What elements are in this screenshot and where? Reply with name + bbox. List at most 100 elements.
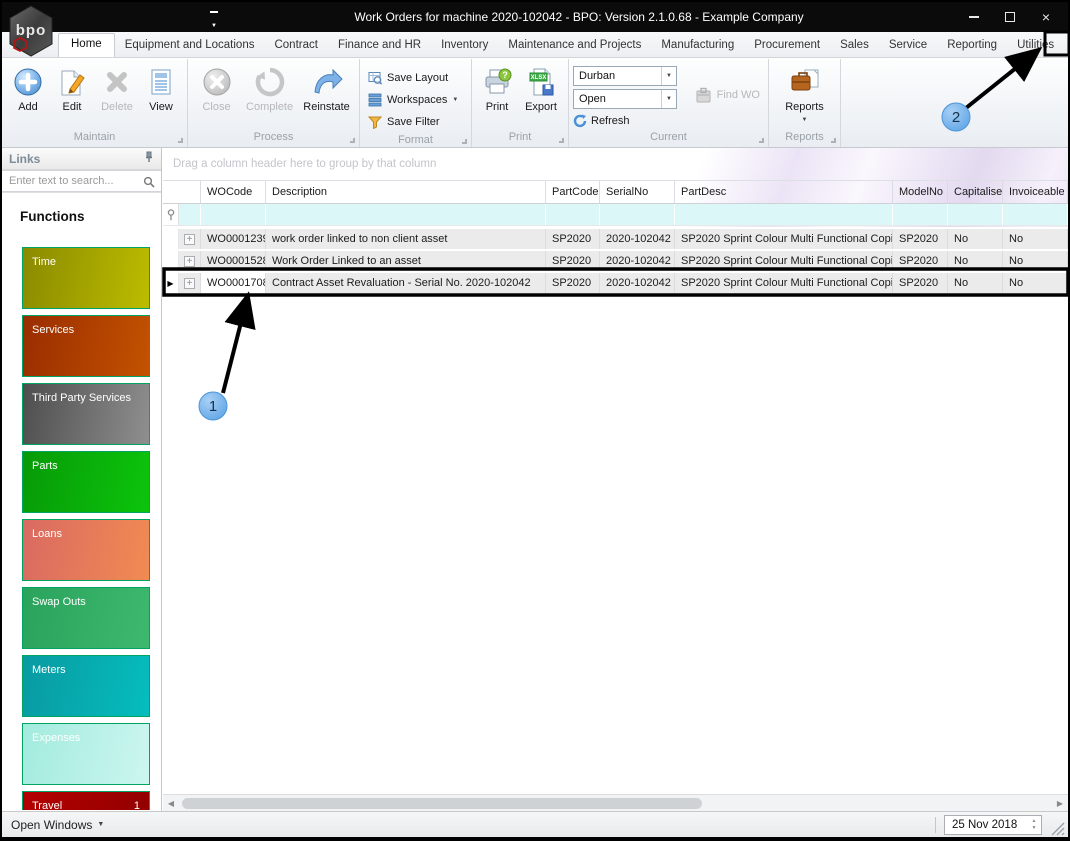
cell-description[interactable]: Contract Asset Revaluation - Serial No. … [266,273,546,293]
tile-parts[interactable]: Parts [22,451,150,513]
minimize-button[interactable] [956,5,992,29]
column-header-modelno[interactable]: ModelNo [893,181,948,203]
filter-cell-description[interactable] [266,204,546,225]
cell-capitalise[interactable]: No [948,273,1003,293]
tab-manufacturing[interactable]: Manufacturing [651,34,744,57]
table-row[interactable]: + WO0001528 Work Order Linked to an asset S… [163,251,1068,271]
tab-home[interactable]: Home [58,33,115,57]
search-input[interactable] [2,170,161,192]
tab-service[interactable]: Service [879,34,937,57]
tile-loans[interactable]: Loans [22,519,150,581]
tile-time[interactable]: Time [22,247,150,309]
cell-description[interactable]: Work Order Linked to an asset [266,251,546,271]
edit-button[interactable]: Edit [50,62,94,113]
tab-finance-and-hr[interactable]: Finance and HR [328,34,431,57]
column-header-capitalise[interactable]: Capitalise [948,181,1003,203]
cell-modelno[interactable]: SP2020 [893,229,948,249]
reinstate-button[interactable]: Reinstate [298,62,355,113]
close-wo-button[interactable]: Close [192,62,241,113]
table-row[interactable]: ▶ + WO0001708 Contract Asset Revaluation - … [163,273,1068,293]
cell-capitalise[interactable]: No [948,251,1003,271]
export-button[interactable]: XLSX Export [518,62,564,113]
cell-partcode[interactable]: SP2020 [546,251,600,271]
filter-cell-modelno[interactable] [893,204,948,225]
ribbon-minimize-button[interactable] [1064,38,1070,52]
close-button[interactable]: × [1028,5,1064,29]
cell-wocode[interactable]: WO0001708 [201,273,266,293]
cell-invoiceable[interactable]: No [1003,251,1068,271]
cell-wocode[interactable]: WO0001239 [201,229,266,249]
tile-meters[interactable]: Meters [22,655,150,717]
tab-reporting[interactable]: Reporting [937,34,1007,57]
column-header-invoiceable[interactable]: Invoiceable [1003,181,1068,203]
tile-expenses[interactable]: Expenses [22,723,150,785]
cell-modelno[interactable]: SP2020 [893,273,948,293]
save-filter-button[interactable]: Save Filter [364,111,462,133]
horizontal-scrollbar[interactable]: ◀ ▶ [163,794,1068,811]
column-header-serialno[interactable]: SerialNo [600,181,675,203]
cell-modelno[interactable]: SP2020 [893,251,948,271]
filter-cell-partdesc[interactable] [675,204,893,225]
filter-cell-serialno[interactable] [600,204,675,225]
tab-inventory[interactable]: Inventory [431,34,498,57]
print-button[interactable]: ? Print [476,62,518,113]
maximize-button[interactable] [992,5,1028,29]
spin-down-icon[interactable]: ▼ [1032,825,1037,831]
column-header-description[interactable]: Description [266,181,546,203]
quick-access-customize-button[interactable]: ▼ [208,11,220,32]
filter-cell-capitalise[interactable] [948,204,1003,225]
dialog-launcher-icon[interactable] [350,138,355,143]
resize-grip[interactable] [1051,822,1065,836]
cell-serialno[interactable]: 2020-102042 [600,229,675,249]
cell-description[interactable]: work order linked to non client asset [266,229,546,249]
dialog-launcher-icon[interactable] [831,138,836,143]
column-header-wocode[interactable]: WOCode [201,181,266,203]
cell-partcode[interactable]: SP2020 [546,229,600,249]
tab-maintenance-and-projects[interactable]: Maintenance and Projects [498,34,651,57]
workspaces-button[interactable]: Workspaces ▼ [364,89,462,111]
cell-partdesc[interactable]: SP2020 Sprint Colour Multi Functional Co… [675,229,893,249]
site-dropdown[interactable]: Durban ▼ [573,66,677,86]
filter-cell-partcode[interactable] [546,204,600,225]
tab-equipment-and-locations[interactable]: Equipment and Locations [115,34,265,57]
filter-cell-wocode[interactable] [201,204,266,225]
spin-up-icon[interactable]: ▲ [1032,818,1037,824]
tile-swap-outs[interactable]: Swap Outs [22,587,150,649]
reports-button[interactable]: Reports ▼ [775,62,835,123]
find-wo-button[interactable]: Find WO [695,87,760,103]
cell-invoiceable[interactable]: No [1003,273,1068,293]
group-by-bar[interactable]: Drag a column header here to group by th… [163,148,1068,180]
dialog-launcher-icon[interactable] [178,138,183,143]
cell-partdesc[interactable]: SP2020 Sprint Colour Multi Functional Co… [675,251,893,271]
refresh-button[interactable]: Refresh [573,114,677,128]
dialog-launcher-icon[interactable] [759,138,764,143]
expand-row-button[interactable]: + [179,251,201,271]
tab-contract[interactable]: Contract [264,34,327,57]
add-button[interactable]: Add [6,62,50,113]
dialog-launcher-icon[interactable] [559,138,564,143]
view-button[interactable]: View [140,62,182,113]
save-layout-button[interactable]: Save Layout [364,67,462,89]
tab-sales[interactable]: Sales [830,34,879,57]
cell-partcode[interactable]: SP2020 [546,273,600,293]
tile-travel[interactable]: Travel 1 [22,791,150,810]
column-header-partcode[interactable]: PartCode [546,181,600,203]
cell-partdesc[interactable]: SP2020 Sprint Colour Multi Functional Co… [675,273,893,293]
delete-button[interactable]: Delete [94,62,140,113]
cell-invoiceable[interactable]: No [1003,229,1068,249]
app-logo[interactable]: bpo [7,5,55,62]
expand-row-button[interactable]: + [179,273,201,293]
filter-cell[interactable] [179,204,201,225]
scroll-right-arrow[interactable]: ▶ [1052,799,1068,808]
scrollbar-track[interactable] [179,795,1052,811]
date-spinner[interactable]: ▲ ▼ [1027,816,1041,834]
expand-row-button[interactable]: + [179,229,201,249]
cell-capitalise[interactable]: No [948,229,1003,249]
date-field[interactable]: 25 Nov 2018 ▲ ▼ [944,814,1042,835]
cell-serialno[interactable]: 2020-102042 [600,251,675,271]
open-windows-button[interactable]: Open Windows ▼ [11,818,104,832]
status-dropdown[interactable]: Open ▼ [573,89,677,109]
pin-button[interactable] [144,151,154,166]
dialog-launcher-icon[interactable] [462,139,467,144]
tab-utilities[interactable]: Utilities [1007,34,1064,57]
